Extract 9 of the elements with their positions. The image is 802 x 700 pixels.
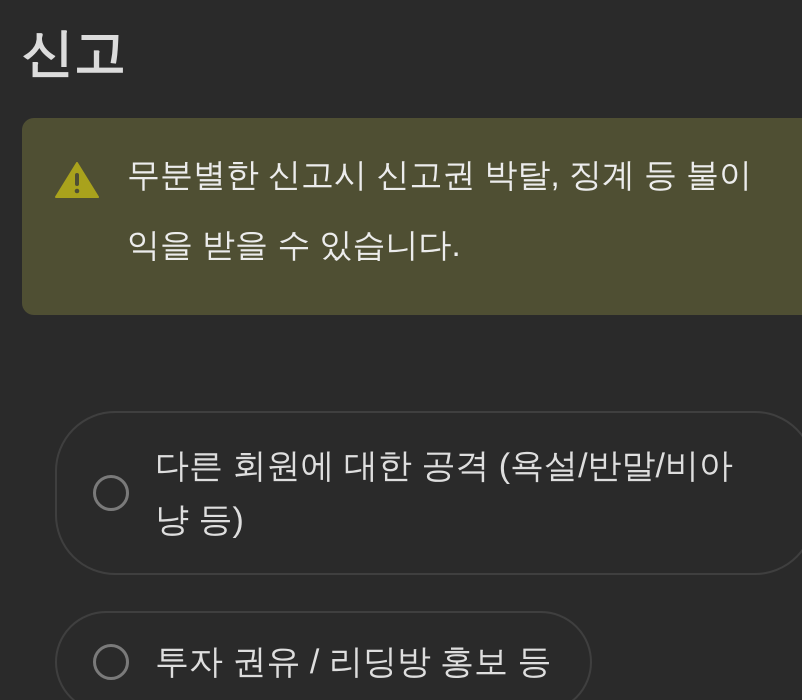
page-title: 신고	[22, 23, 127, 84]
radio-button[interactable]	[93, 475, 129, 511]
report-option[interactable]: 투자 권유 / 리딩방 홍보 등	[55, 611, 592, 700]
radio-button[interactable]	[93, 644, 129, 680]
option-label: 다른 회원에 대한 공격 (욕설/반말/비아냥 등)	[155, 446, 734, 541]
report-option[interactable]: 다른 회원에 대한 공격 (욕설/반말/비아냥 등)	[55, 411, 802, 575]
warning-text: 무분별한 신고시 신고권 박탈, 징계 등 불이익을 받을 수 있습니다.	[127, 155, 754, 265]
option-label: 투자 권유 / 리딩방 홍보 등	[155, 642, 552, 683]
warning-icon	[55, 162, 99, 198]
